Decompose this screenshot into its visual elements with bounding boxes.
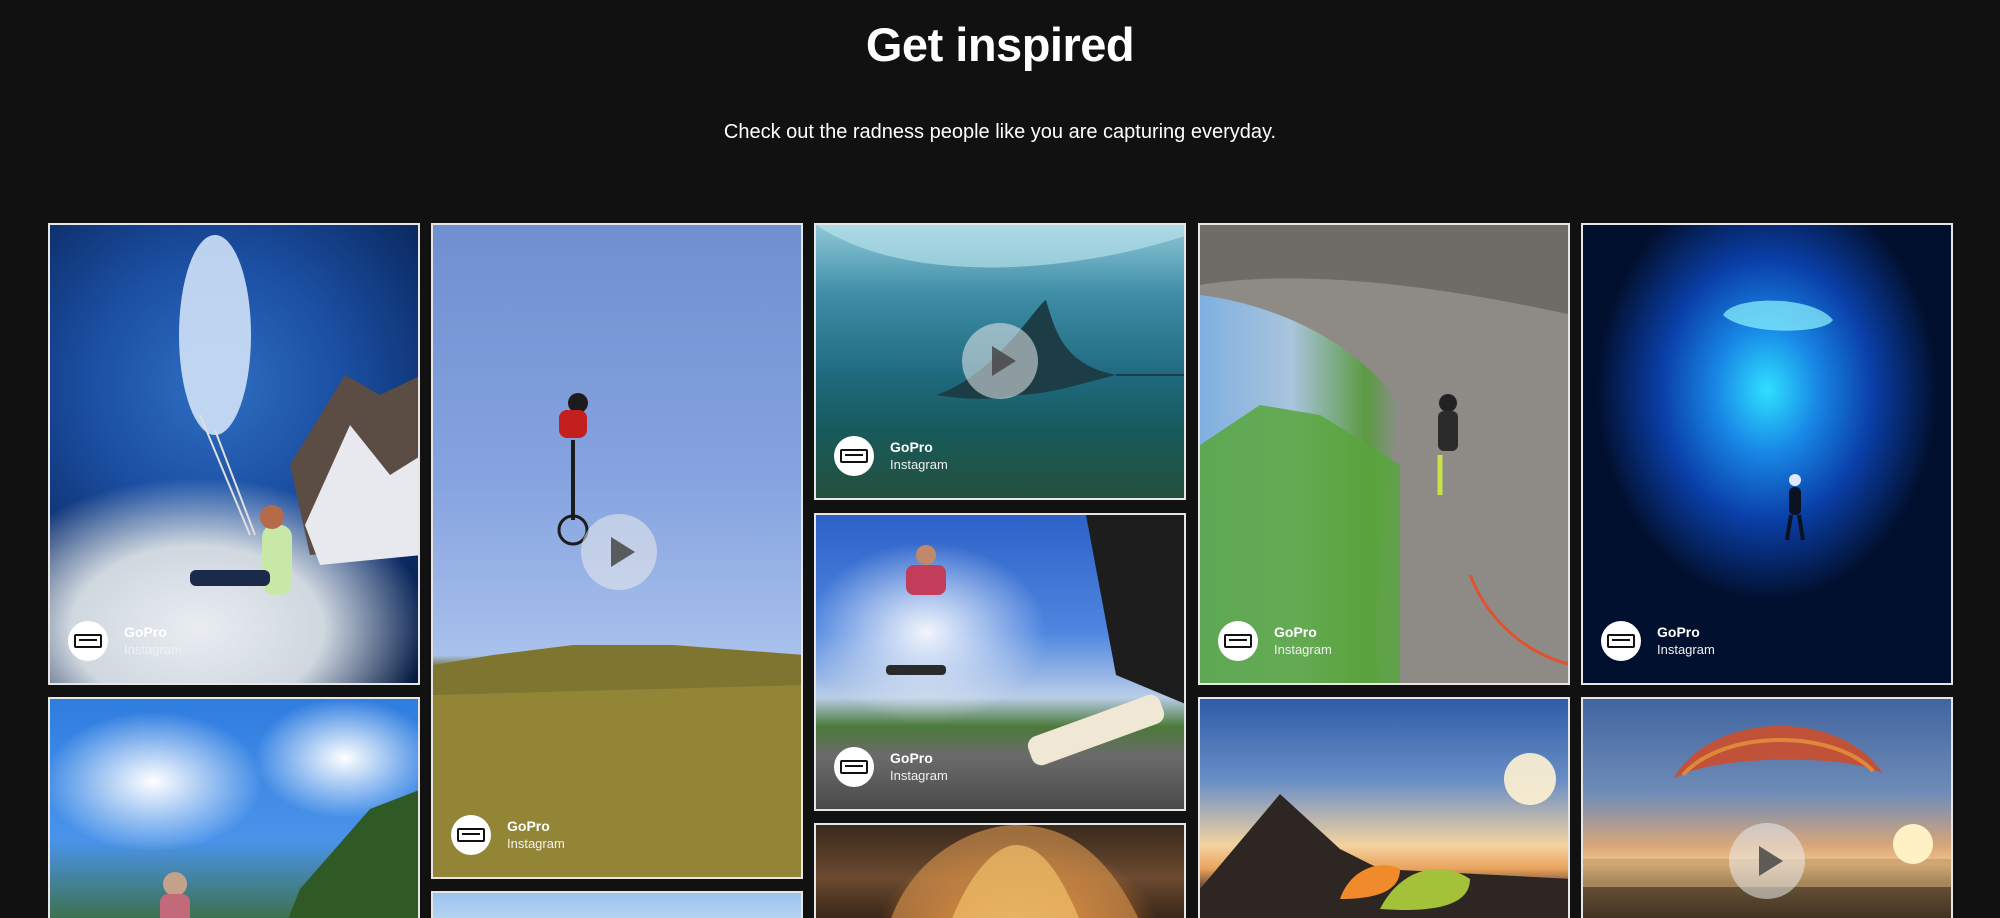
credit-source: Instagram bbox=[1274, 642, 1332, 657]
gallery-tile-manta[interactable]: GoPro Instagram bbox=[814, 223, 1186, 500]
gallery-tile-paraglider-sunset[interactable] bbox=[1581, 697, 1953, 918]
climber-illustration bbox=[1200, 225, 1568, 683]
gopro-logo-icon bbox=[68, 621, 108, 661]
credit-source: Instagram bbox=[890, 457, 948, 472]
gallery-tile-sunset[interactable] bbox=[1198, 697, 1570, 918]
paraglider-illustration bbox=[179, 235, 418, 595]
gallery-tile-cave-diver[interactable]: GoPro Instagram bbox=[1581, 223, 1953, 685]
clouds-illustration bbox=[160, 790, 418, 918]
credit-source: Instagram bbox=[124, 642, 182, 657]
tile-credit: GoPro Instagram bbox=[68, 621, 182, 661]
credit-source: Instagram bbox=[890, 768, 948, 783]
gallery-tile-paraglider[interactable]: GoPro Instagram bbox=[48, 223, 420, 685]
diver-illustration bbox=[1723, 300, 1833, 541]
tile-credit: GoPro Instagram bbox=[834, 747, 948, 787]
section-title: Get inspired bbox=[865, 18, 1135, 71]
credit-name: GoPro bbox=[124, 624, 167, 640]
play-icon[interactable] bbox=[581, 514, 657, 590]
gallery-tile-climber[interactable]: GoPro Instagram bbox=[1198, 223, 1570, 685]
gallery-tile-sky[interactable] bbox=[431, 891, 803, 918]
credit-source: Instagram bbox=[507, 836, 565, 851]
tile-credit: GoPro Instagram bbox=[451, 815, 565, 855]
gallery-tile-balloon[interactable] bbox=[814, 823, 1186, 918]
gallery-tile-skate[interactable]: GoPro Instagram bbox=[814, 513, 1186, 811]
balloon-illustration bbox=[891, 825, 1139, 918]
tile-credit: GoPro Instagram bbox=[834, 436, 948, 476]
credit-name: GoPro bbox=[1274, 624, 1317, 640]
section-subtitle: Check out the radness people like you ar… bbox=[723, 121, 1277, 143]
gopro-logo-icon bbox=[451, 815, 491, 855]
credit-name: GoPro bbox=[507, 818, 550, 834]
credit-name: GoPro bbox=[890, 750, 933, 766]
gopro-logo-icon bbox=[834, 436, 874, 476]
gallery-tile-clouds[interactable] bbox=[48, 697, 420, 918]
sunset-illustration bbox=[1200, 753, 1568, 918]
credit-name: GoPro bbox=[890, 439, 933, 455]
gallery-tile-bmx[interactable]: GoPro Instagram bbox=[431, 223, 803, 879]
get-inspired-section: Get inspired Check out the radness peopl… bbox=[0, 0, 2000, 918]
credit-source: Instagram bbox=[1657, 642, 1715, 657]
gopro-logo-icon bbox=[834, 747, 874, 787]
gopro-logo-icon bbox=[1218, 621, 1258, 661]
gopro-logo-icon bbox=[1601, 621, 1641, 661]
play-icon[interactable] bbox=[1729, 823, 1805, 899]
play-icon[interactable] bbox=[962, 323, 1038, 399]
tile-credit: GoPro Instagram bbox=[1218, 621, 1332, 661]
credit-name: GoPro bbox=[1657, 624, 1700, 640]
tile-credit: GoPro Instagram bbox=[1601, 621, 1715, 661]
